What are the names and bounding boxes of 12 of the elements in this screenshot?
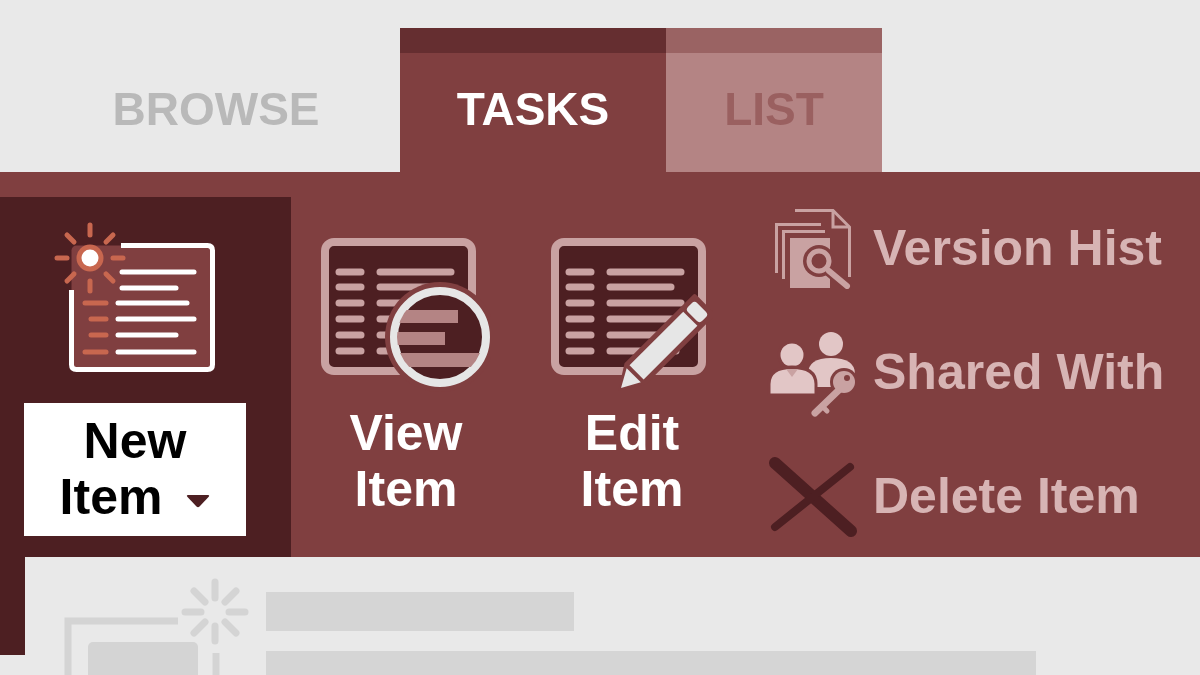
ribbon-button[interactable]: Delete Item	[767, 446, 1165, 546]
ribbon-button[interactable]: Edit Item	[521, 197, 743, 557]
dropdown-button[interactable]: New Item	[24, 403, 246, 536]
ribbon-button[interactable]: View Item	[291, 197, 521, 557]
ribbon-button[interactable]: Shared With	[767, 322, 1165, 422]
cross-icon	[767, 455, 857, 537]
tab[interactable]: TASKS	[400, 28, 666, 172]
ribbon-button[interactable]: Version Hist	[767, 198, 1165, 298]
sparkle-list-icon	[54, 222, 216, 372]
ribbon-button[interactable]: New Item	[0, 197, 291, 557]
documents-search-icon	[773, 207, 853, 289]
users-key-icon	[767, 330, 857, 418]
